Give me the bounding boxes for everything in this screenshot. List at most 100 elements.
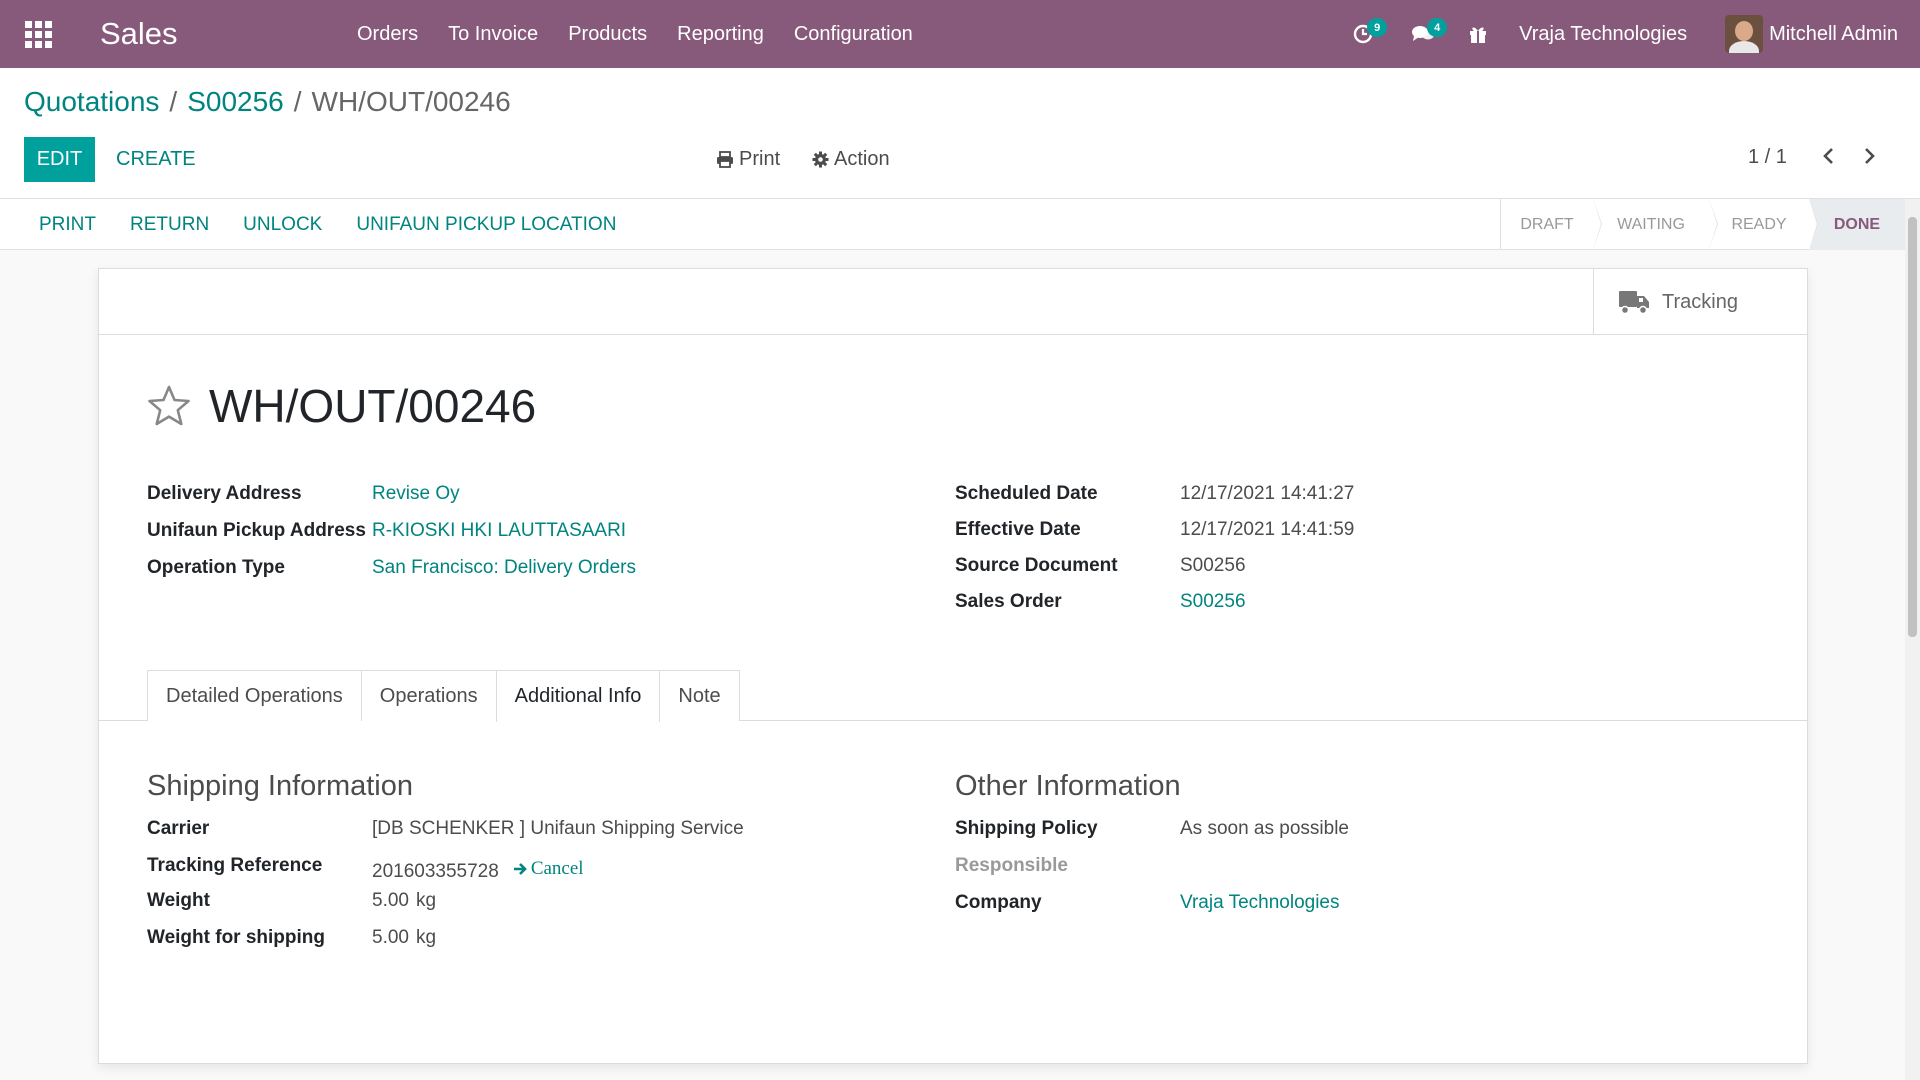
gift-menu[interactable] (1453, 0, 1503, 68)
field-sales-order: Sales Order S00256 (955, 587, 1354, 616)
stage-draft: DRAFT (1501, 199, 1602, 250)
shipping-weight-value: 5.00 (372, 927, 409, 948)
menu-to-invoice[interactable]: To Invoice (433, 23, 553, 46)
company-switcher[interactable]: Vraja Technologies (1503, 23, 1725, 46)
chevron-right-icon (1865, 148, 1875, 164)
messaging-menu[interactable]: 4 (1393, 0, 1453, 68)
menu-products[interactable]: Products (553, 23, 662, 46)
record-title-row: WH/OUT/00246 (147, 379, 536, 433)
breadcrumb-sale-order[interactable]: S00256 (187, 86, 284, 118)
field-carrier: Carrier [DB SCHENKER ] Unifaun Shipping … (147, 814, 744, 843)
field-operation-type: Operation Type San Francisco: Delivery O… (147, 553, 636, 582)
create-button[interactable]: CREATE (116, 137, 196, 182)
navbar-systray: 9 4 Vraja Technologies Mitchell Admin (1333, 0, 1920, 68)
unlock-button[interactable]: UNLOCK (226, 214, 339, 236)
field-unifaun-pickup-address: Unifaun Pickup Address R-KIOSKI HKI LAUT… (147, 516, 636, 545)
stage-ready: READY (1709, 199, 1818, 250)
field-scheduled-date: Scheduled Date 12/17/2021 14:41:27 (955, 479, 1354, 508)
field-responsible: Responsible (955, 851, 1349, 880)
company-link[interactable]: Vraja Technologies (1180, 888, 1340, 917)
action-label: Action (834, 148, 890, 170)
star-icon[interactable] (147, 385, 191, 427)
pager-previous-button[interactable] (1822, 146, 1836, 171)
field-label: Weight (147, 890, 210, 911)
field-label: Operation Type (147, 557, 285, 578)
field-tracking-reference: Tracking Reference 201603355728 Cancel (147, 851, 744, 883)
breadcrumb-quotations[interactable]: Quotations (24, 86, 159, 118)
control-panel: Quotations / S00256 / WH/OUT/00246 EDIT … (0, 68, 1920, 199)
activity-menu[interactable]: 9 (1333, 0, 1393, 68)
menu-orders[interactable]: Orders (342, 23, 433, 46)
stage-done: DONE (1809, 199, 1905, 250)
notebook-tabs: Detailed Operations Operations Additiona… (147, 670, 740, 722)
scheduled-date-value: 12/17/2021 14:41:27 (1180, 483, 1355, 504)
unifaun-pickup-location-button[interactable]: UNIFAUN PICKUP LOCATION (339, 214, 633, 236)
arrow-right-icon (513, 862, 527, 875)
field-label: Responsible (955, 855, 1068, 876)
sales-order-link[interactable]: S00256 (1180, 587, 1246, 616)
top-menu: Orders To Invoice Products Reporting Con… (342, 23, 928, 46)
return-button[interactable]: RETURN (113, 214, 226, 236)
form-statusbar: PRINT RETURN UNLOCK UNIFAUN PICKUP LOCAT… (0, 199, 1905, 250)
pager-next-button[interactable] (1862, 146, 1876, 171)
user-menu[interactable]: Mitchell Admin (1725, 15, 1920, 53)
tracking-reference-value: 201603355728 (372, 861, 499, 882)
source-document-value: S00256 (1180, 555, 1246, 576)
carrier-value: [DB SCHENKER ] Unifaun Shipping Service (372, 818, 744, 839)
field-company: Company Vraja Technologies (955, 888, 1349, 917)
delivery-address-link[interactable]: Revise Oy (372, 479, 460, 508)
other-field-group: Shipping Policy As soon as possible Resp… (955, 814, 1349, 925)
tab-detailed-operations[interactable]: Detailed Operations (147, 670, 362, 721)
print-button[interactable]: PRINT (22, 214, 113, 236)
cancel-shipment-link[interactable]: Cancel (513, 854, 584, 883)
field-shipping-policy: Shipping Policy As soon as possible (955, 814, 1349, 843)
unifaun-pickup-address-link[interactable]: R-KIOSKI HKI LAUTTASAARI (372, 516, 626, 545)
weight-unit: kg (415, 890, 437, 911)
field-label: Tracking Reference (147, 855, 323, 876)
app-name[interactable]: Sales (76, 16, 342, 52)
cancel-label: Cancel (530, 858, 584, 879)
operation-type-link[interactable]: San Francisco: Delivery Orders (372, 553, 636, 582)
main-navbar: Sales Orders To Invoice Products Reporti… (0, 0, 1920, 68)
user-name: Mitchell Admin (1769, 22, 1898, 45)
breadcrumb: Quotations / S00256 / WH/OUT/00246 (24, 86, 511, 118)
field-label: Shipping Policy (955, 818, 1098, 839)
gift-icon (1470, 27, 1487, 43)
field-label: Sales Order (955, 591, 1062, 612)
action-dropdown[interactable]: Action (812, 137, 890, 182)
menu-reporting[interactable]: Reporting (662, 23, 779, 46)
print-dropdown[interactable]: Print (716, 137, 780, 182)
breadcrumb-separator: / (293, 86, 302, 117)
scrollbar-thumb[interactable] (1908, 217, 1917, 637)
menu-configuration[interactable]: Configuration (779, 23, 928, 46)
shipping-weight-unit: kg (415, 927, 437, 948)
effective-date-value: 12/17/2021 14:41:59 (1180, 519, 1355, 540)
pager-value[interactable]: 1 / 1 (1748, 146, 1787, 169)
field-label: Company (955, 892, 1042, 913)
shipping-policy-value: As soon as possible (1180, 818, 1349, 839)
field-label: Scheduled Date (955, 483, 1098, 504)
field-label: Weight for shipping (147, 927, 326, 948)
edit-button[interactable]: EDIT (24, 137, 95, 182)
field-weight-for-shipping: Weight for shipping 5.00 kg (147, 923, 744, 952)
stage-waiting: WAITING (1593, 199, 1718, 250)
record-name: WH/OUT/00246 (209, 380, 537, 432)
breadcrumb-current: WH/OUT/00246 (311, 86, 511, 117)
status-stages: DRAFT WAITING READY DONE (1500, 199, 1905, 250)
print-label: Print (739, 148, 781, 170)
tracking-button[interactable]: Tracking (1593, 269, 1807, 335)
breadcrumb-separator: / (169, 86, 178, 117)
tab-additional-info[interactable]: Additional Info (495, 670, 661, 722)
tab-note[interactable]: Note (659, 670, 740, 721)
apps-menu-icon[interactable] (0, 0, 76, 68)
page-scrollbar[interactable] (1905, 199, 1920, 1080)
message-count-badge: 4 (1427, 18, 1448, 37)
other-information-title: Other Information (955, 770, 1181, 802)
right-field-group: Scheduled Date 12/17/2021 14:41:27 Effec… (955, 479, 1354, 623)
field-label: Effective Date (955, 519, 1081, 540)
left-field-group: Delivery Address Revise Oy Unifaun Picku… (147, 479, 636, 590)
field-label: Delivery Address (147, 483, 302, 504)
chevron-left-icon (1823, 148, 1833, 164)
field-delivery-address: Delivery Address Revise Oy (147, 479, 636, 508)
tab-operations[interactable]: Operations (360, 670, 497, 721)
